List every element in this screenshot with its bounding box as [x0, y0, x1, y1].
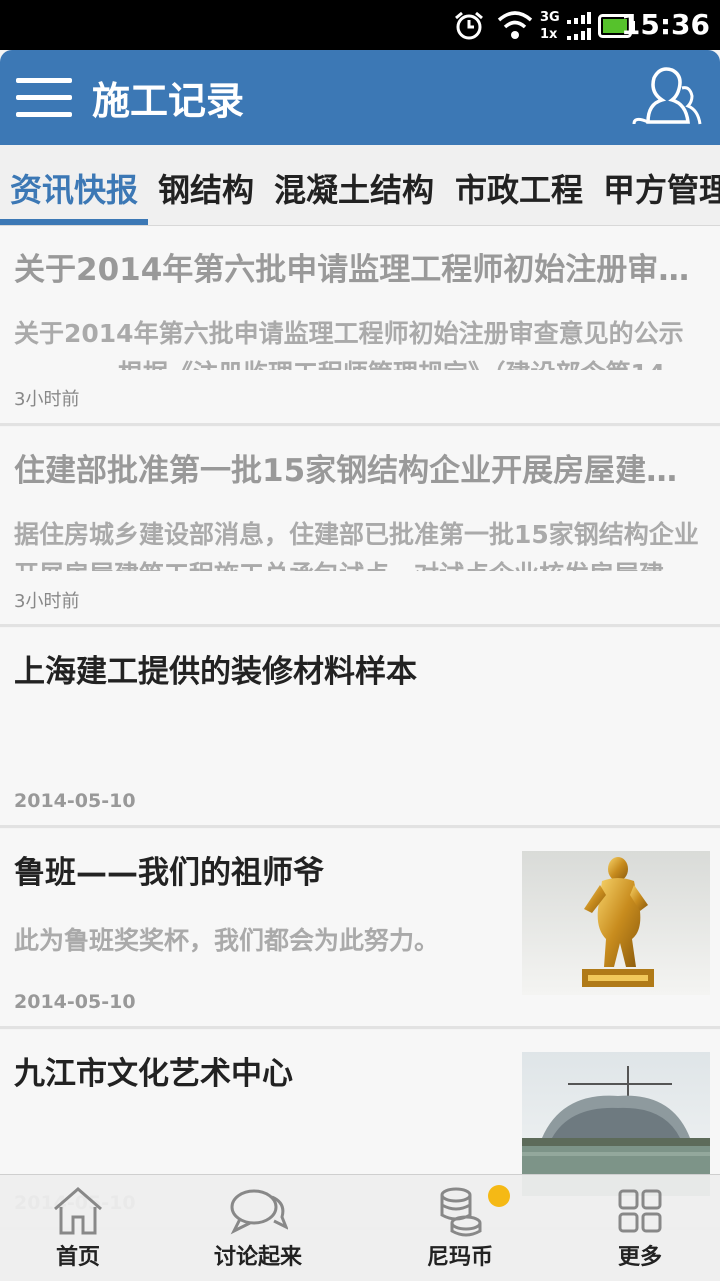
list-item[interactable]: 鲁班——我们的祖师爷 此为鲁班奖奖杯，我们都会为此努力。 2014-05-10 [0, 829, 720, 1029]
tab-municipal-engineering[interactable]: 市政工程 [455, 165, 583, 211]
nav-label: 尼玛币 [426, 1245, 493, 1270]
nav-label: 讨论起来 [213, 1245, 302, 1270]
list-item[interactable]: 住建部批准第一批15家钢结构企业开展房屋建… 据住房城乡建设部消息，住建部已批准… [0, 427, 720, 627]
article-date: 2014-05-10 [14, 790, 136, 812]
signal-icon [567, 12, 591, 40]
app-bar: 施工记录 [0, 50, 720, 145]
grid-icon [618, 1189, 662, 1233]
summary-line: 关于2014年第六批申请监理工程师初始注册审查意见的公示 [14, 319, 684, 348]
article-summary: 此为鲁班奖奖杯，我们都会为此努力。 [14, 926, 440, 955]
hamburger-icon[interactable] [16, 78, 72, 118]
nav-coins[interactable]: 尼玛币 [400, 1175, 520, 1281]
active-tab-indicator [0, 219, 148, 225]
nav-label: 更多 [617, 1245, 662, 1270]
article-title: 上海建工提供的装修材料样本 [14, 654, 417, 690]
summary-line: 开展房屋建筑工程施工总承包试点，对试点企业核发房屋建… [14, 555, 718, 571]
wifi-icon [497, 11, 533, 39]
coins-icon [440, 1187, 482, 1237]
article-title: 九江市文化艺术中心 [14, 1056, 293, 1092]
list-item[interactable]: 上海建工提供的装修材料样本 2014-05-10 [0, 628, 720, 828]
status-bar: 3G 1x 15:36 [0, 0, 720, 50]
summary-line: 据住房城乡建设部消息，住建部已批准第一批15家钢结构企业 [14, 520, 699, 549]
nav-discussion[interactable]: 讨论起来 [198, 1175, 318, 1281]
article-title: 关于2014年第六批申请监理工程师初始注册审… [14, 252, 690, 288]
article-title: 住建部批准第一批15家钢结构企业开展房屋建… [14, 453, 678, 489]
alarm-icon [455, 11, 483, 40]
nav-label: 首页 [55, 1245, 100, 1270]
page-title: 施工记录 [92, 79, 245, 123]
chat-icon [230, 1189, 288, 1235]
user-icon[interactable] [626, 64, 702, 130]
clock: 15:36 [620, 8, 710, 41]
trophy-thumbnail [522, 851, 710, 995]
tab-steel-structure[interactable]: 钢结构 [158, 165, 254, 211]
tab-concrete-structure[interactable]: 混凝土结构 [274, 165, 434, 211]
tab-owner-management[interactable]: 甲方管理 [603, 165, 720, 211]
tab-news[interactable]: 资讯快报 [10, 165, 138, 211]
list-item[interactable]: 关于2014年第六批申请监理工程师初始注册审… 关于2014年第六批申请监理工程… [0, 226, 720, 426]
nav-more[interactable]: 更多 [580, 1175, 700, 1281]
home-icon [54, 1187, 102, 1235]
article-summary: 关于2014年第六批申请监理工程师初始注册审查意见的公示 根据《注册监理工程师管… [14, 314, 718, 370]
nav-home[interactable]: 首页 [18, 1175, 138, 1281]
category-tabs: 资讯快报 钢结构 混凝土结构 市政工程 甲方管理 [0, 145, 720, 226]
notification-badge [488, 1185, 510, 1207]
article-summary: 据住房城乡建设部消息，住建部已批准第一批15家钢结构企业 开展房屋建筑工程施工总… [14, 515, 718, 571]
bottom-navigation: 首页 讨论起来 尼玛币 更多 [0, 1174, 720, 1281]
article-title: 鲁班——我们的祖师爷 [14, 855, 324, 891]
article-time: 3小时前 [14, 591, 80, 612]
network-type: 3G 1x [540, 10, 560, 42]
article-time: 3小时前 [14, 389, 80, 410]
article-date: 2014-05-10 [14, 991, 136, 1013]
summary-line: 根据《注册监理工程师管理规定》（建设部令第14… [14, 354, 718, 370]
